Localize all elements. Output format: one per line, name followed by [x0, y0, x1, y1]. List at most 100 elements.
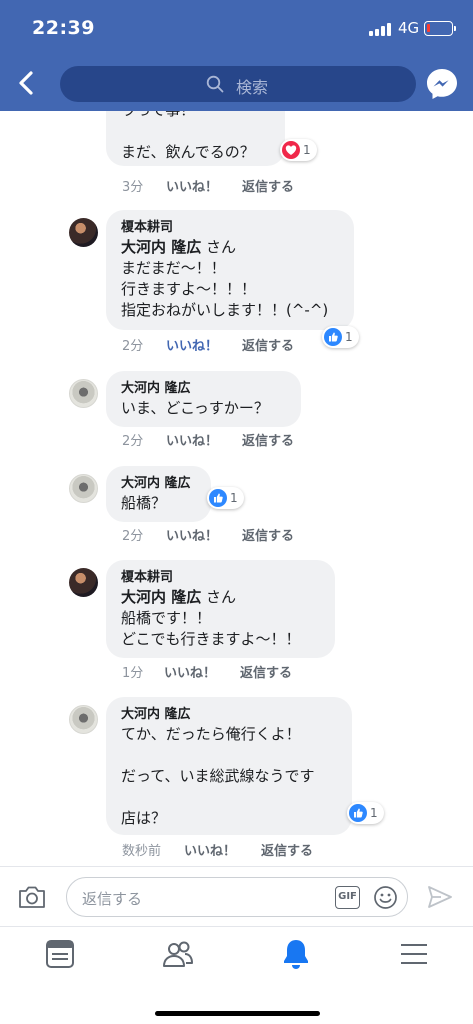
comment-text: どこでも行きますよ〜！！ [121, 630, 301, 648]
comment-bubble[interactable]: 大河内 隆広 船橋？ [106, 466, 211, 522]
comment-author[interactable]: 大河内 隆広 [121, 475, 197, 493]
tab-friends[interactable] [161, 937, 195, 971]
reply-button[interactable]: 返信する [242, 335, 294, 354]
mention-link[interactable]: 大河内 隆広 [121, 238, 201, 256]
send-icon [428, 886, 452, 908]
comment-author[interactable]: 大河内 隆広 [121, 706, 338, 724]
reply-input[interactable]: 返信する GIF [66, 877, 408, 917]
comment-author[interactable]: 大河内 隆広 [121, 380, 287, 398]
search-icon [206, 75, 224, 93]
signal-icon [369, 23, 395, 36]
bottom-tab-bar [0, 926, 473, 1024]
reaction-count: 1 [370, 806, 378, 820]
friends-icon [163, 941, 193, 967]
comment-text: まだ、飲んでるの？ [121, 143, 255, 161]
comment-thread[interactable]: ラって事？ まだ、飲んでるの？ 1 3分 いいね！ 返信する 榎本耕司 大河内 … [0, 111, 473, 866]
reaction-badge[interactable]: 1 [207, 487, 244, 509]
comment-actions: 2分 いいね！ 返信する [122, 525, 322, 544]
status-time: 22:39 [32, 17, 95, 39]
reaction-count: 1 [303, 143, 311, 157]
back-button[interactable] [12, 66, 42, 100]
tab-notifications[interactable] [279, 937, 313, 971]
reply-placeholder: 返信する [82, 890, 143, 908]
gif-button[interactable]: GIF [335, 886, 360, 909]
reply-button[interactable]: 返信する [240, 662, 292, 681]
mention-suffix: さん [201, 238, 237, 256]
reaction-badge[interactable]: 1 [347, 802, 384, 824]
mention-link[interactable]: 大河内 隆広 [121, 588, 201, 606]
like-button[interactable]: いいね！ [166, 430, 218, 449]
comment-time: 3分 [122, 180, 144, 195]
reply-button[interactable]: 返信する [261, 840, 313, 859]
messenger-button[interactable] [424, 66, 460, 102]
top-header: 22:39 4G 検索 [0, 0, 473, 111]
comment-composer: 返信する GIF [0, 866, 473, 926]
reply-button[interactable]: 返信する [242, 176, 294, 195]
like-button[interactable]: いいね！ [166, 525, 218, 544]
emoji-button[interactable] [373, 885, 398, 910]
camera-button[interactable] [17, 883, 47, 911]
comment-text: まだまだ〜！！ [121, 259, 226, 277]
comment-text: だって、いま総武線なうです [121, 767, 315, 785]
thumbs-up-icon [324, 328, 342, 346]
avatar[interactable] [69, 474, 98, 503]
like-button[interactable]: いいね！ [166, 176, 218, 195]
like-button[interactable]: いいね！ [164, 662, 216, 681]
battery-icon [424, 21, 456, 36]
hamburger-icon [401, 944, 427, 964]
comment-author[interactable]: 榎本耕司 [121, 219, 340, 237]
search-placeholder: 検索 [236, 78, 269, 97]
comment-bubble[interactable]: 榎本耕司 大河内 隆広 さん まだまだ〜！！ 行きますよ〜！！！ 指定おねがいし… [106, 210, 354, 330]
comment-text: ラって事？ [121, 111, 271, 121]
like-button[interactable]: いいね！ [184, 840, 236, 859]
bell-icon [284, 940, 308, 969]
comment-text: 船橋です！！ [121, 609, 212, 627]
tab-news-feed[interactable] [43, 937, 77, 971]
messenger-icon [427, 69, 457, 99]
like-button[interactable]: いいね！ [166, 335, 218, 354]
reply-button[interactable]: 返信する [242, 525, 294, 544]
comment-author[interactable]: 榎本耕司 [121, 569, 321, 587]
comment-text: 指定おねがいします！！(^-^) [121, 301, 329, 319]
avatar[interactable] [69, 568, 98, 597]
comment-bubble[interactable]: ラって事？ まだ、飲んでるの？ [106, 111, 285, 166]
home-indicator [155, 1011, 320, 1016]
chevron-left-icon [19, 71, 33, 95]
send-button[interactable] [427, 885, 453, 909]
camera-icon [19, 886, 45, 908]
thumbs-up-icon [349, 804, 367, 822]
mention-suffix: さん [201, 588, 237, 606]
search-input[interactable]: 検索 [60, 66, 416, 102]
comment-actions: 3分 いいね！ 返信する [122, 176, 322, 195]
avatar[interactable] [69, 705, 98, 734]
comment-bubble[interactable]: 大河内 隆広 てか、だったら俺行くよ！ だって、いま総武線なうです 店は？ [106, 697, 352, 835]
reaction-badge[interactable]: 1 [322, 326, 359, 348]
avatar[interactable] [69, 218, 98, 247]
heart-icon [282, 141, 300, 159]
comment-bubble[interactable]: 榎本耕司 大河内 隆広 さん 船橋です！！ どこでも行きますよ〜！！ [106, 560, 335, 658]
tab-menu[interactable] [397, 937, 431, 971]
comment-text: てか、だったら俺行くよ！ [121, 725, 301, 743]
comment-time: 2分 [122, 339, 144, 354]
network-type: 4G [398, 19, 420, 37]
comment-actions: 2分 いいね！ 返信する [122, 430, 322, 449]
comment-time: 数秒前 [122, 844, 162, 859]
comment-text: 船橋？ [121, 494, 167, 512]
reaction-count: 1 [345, 330, 353, 344]
reply-button[interactable]: 返信する [242, 430, 294, 449]
comment-actions: 2分 いいね！ 返信する [122, 335, 322, 354]
news-feed-icon [46, 940, 74, 968]
thumbs-up-icon [209, 489, 227, 507]
avatar[interactable] [69, 379, 98, 408]
smiley-icon [374, 886, 397, 909]
comment-text: 店は？ [121, 809, 167, 827]
comment-time: 2分 [122, 529, 144, 544]
comment-actions: 数秒前 いいね！ 返信する [122, 840, 342, 859]
comment-text: 行きますよ〜！！！ [121, 280, 257, 298]
comment-bubble[interactable]: 大河内 隆広 いま、どこっすかー？ [106, 371, 301, 427]
comment-actions: 1分 いいね！ 返信する [122, 662, 322, 681]
reaction-badge[interactable]: 1 [280, 139, 317, 161]
comment-text: いま、どこっすかー？ [121, 399, 269, 417]
comment-time: 1分 [122, 666, 144, 681]
reaction-count: 1 [230, 491, 238, 505]
